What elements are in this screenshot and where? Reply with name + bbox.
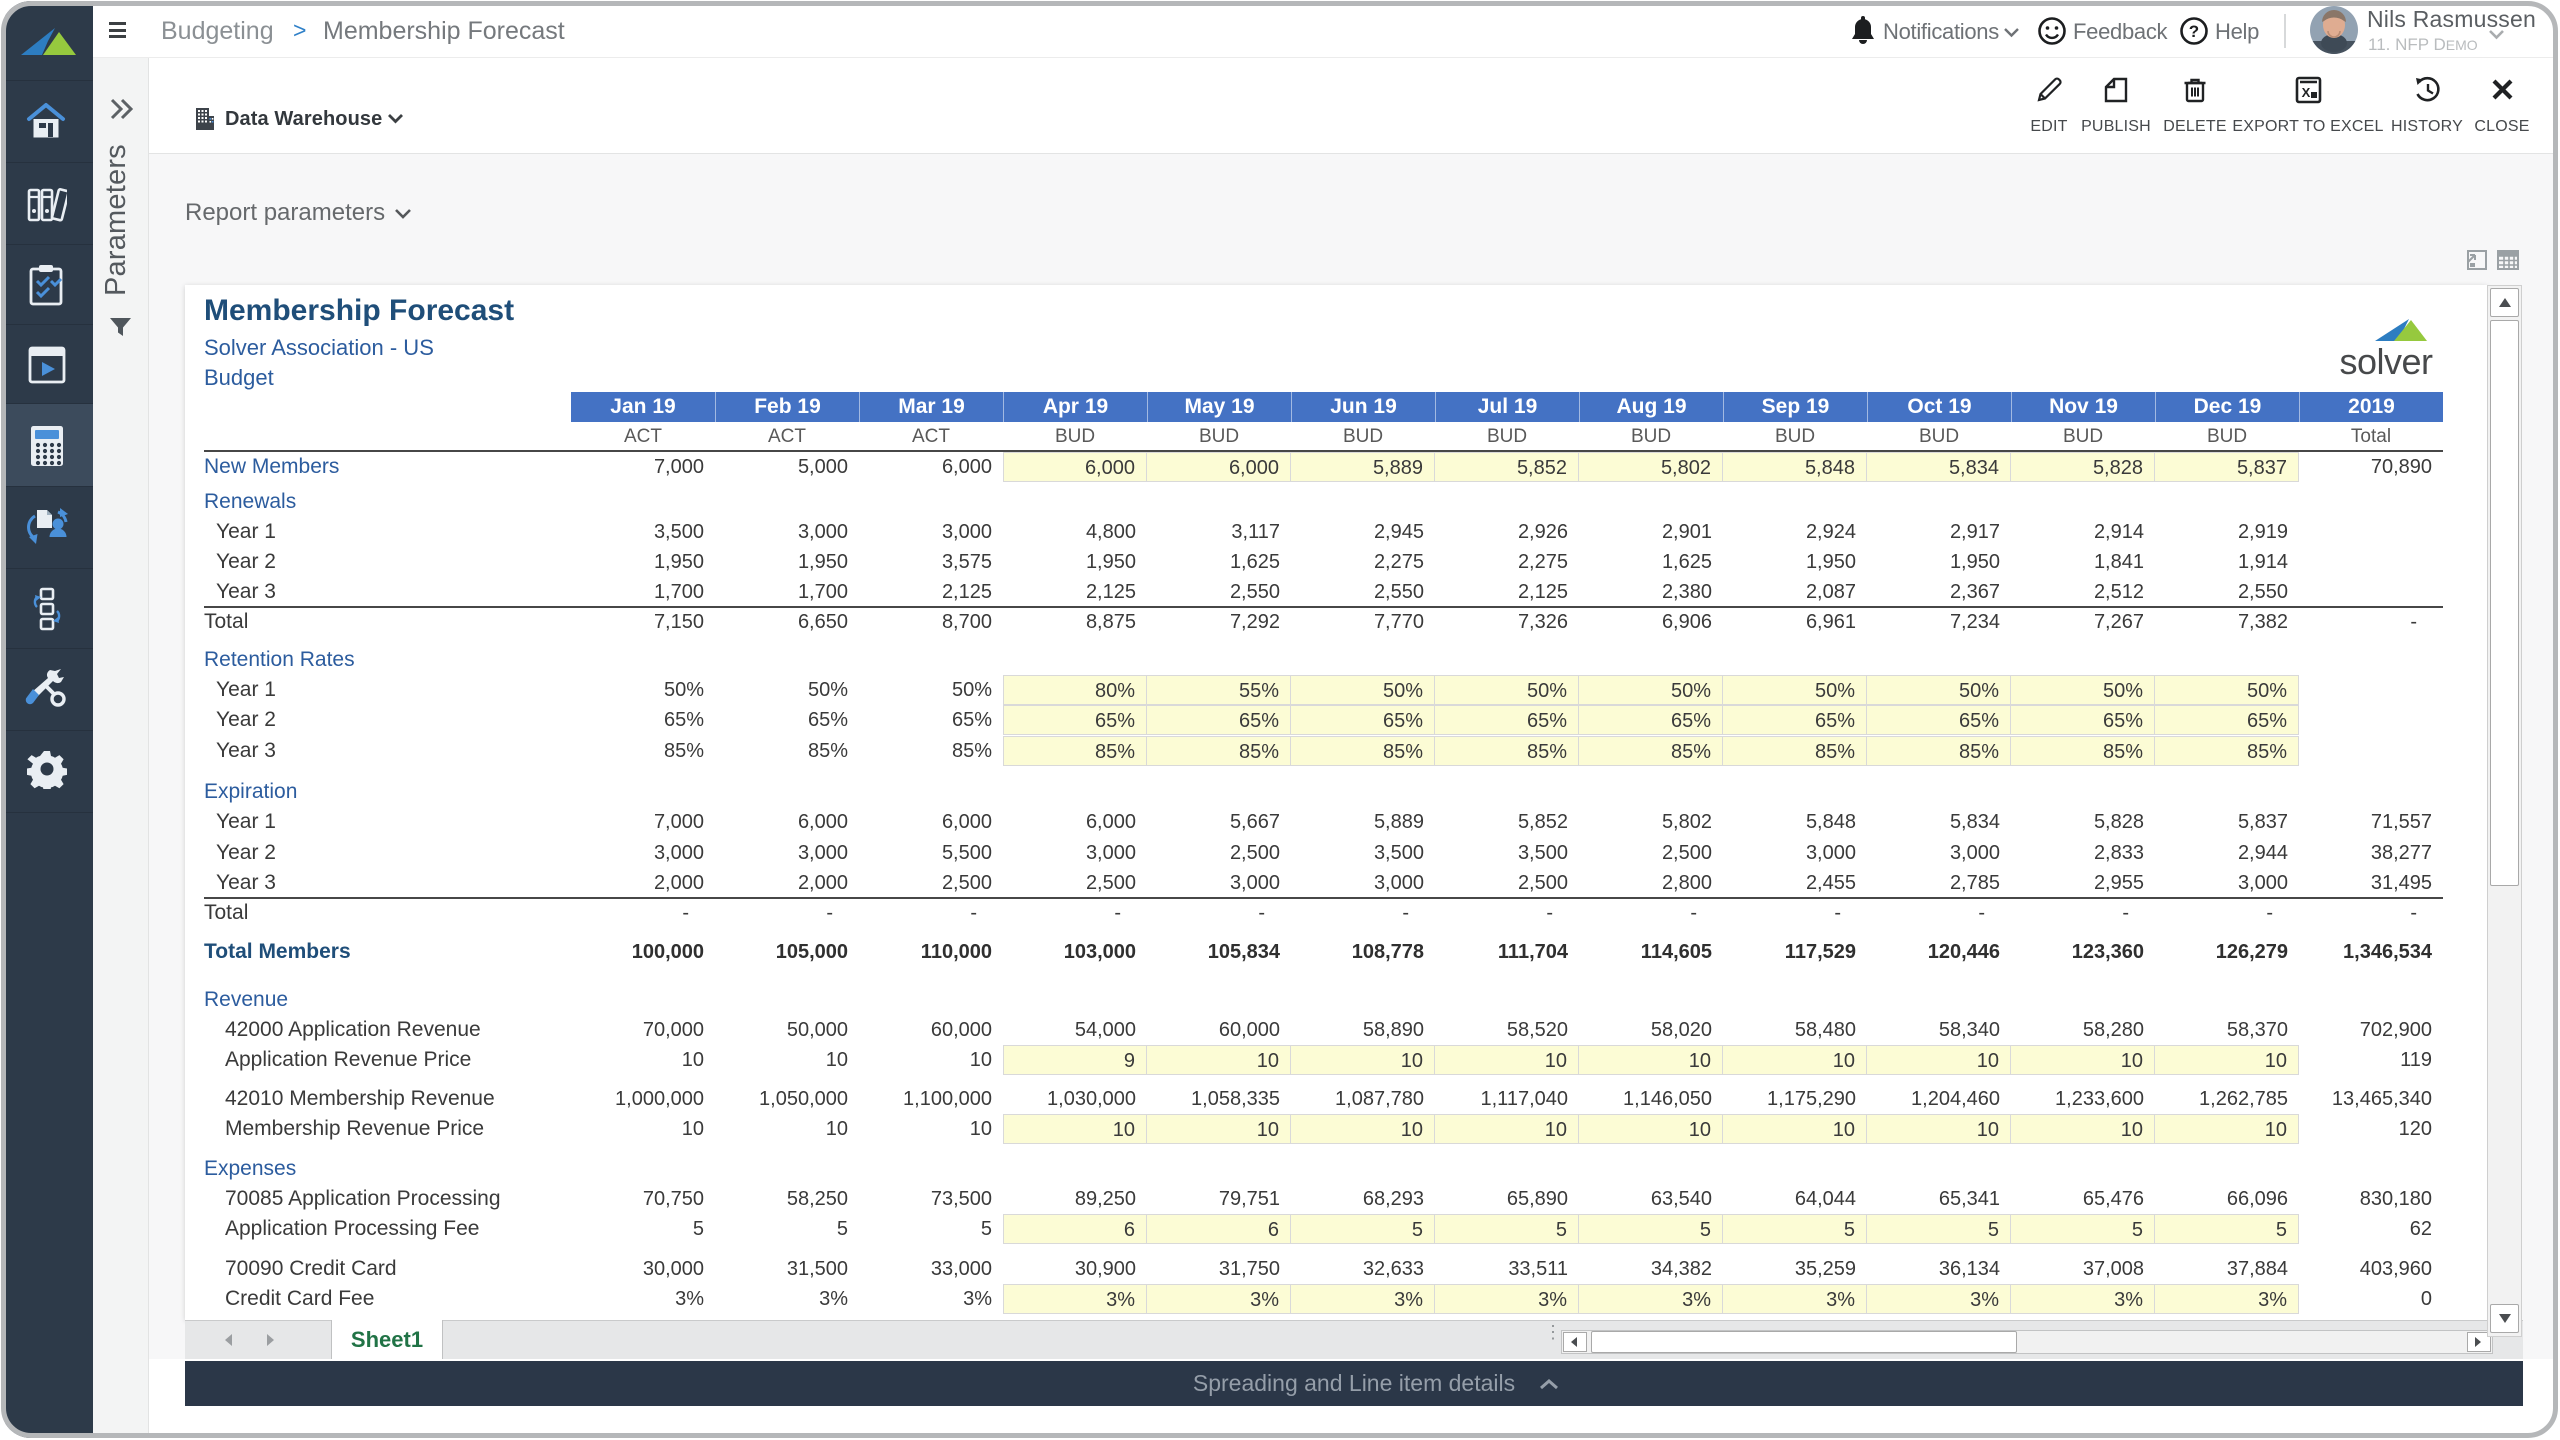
svg-text:?: ? (2189, 22, 2199, 41)
svg-text:X: X (2302, 85, 2311, 100)
